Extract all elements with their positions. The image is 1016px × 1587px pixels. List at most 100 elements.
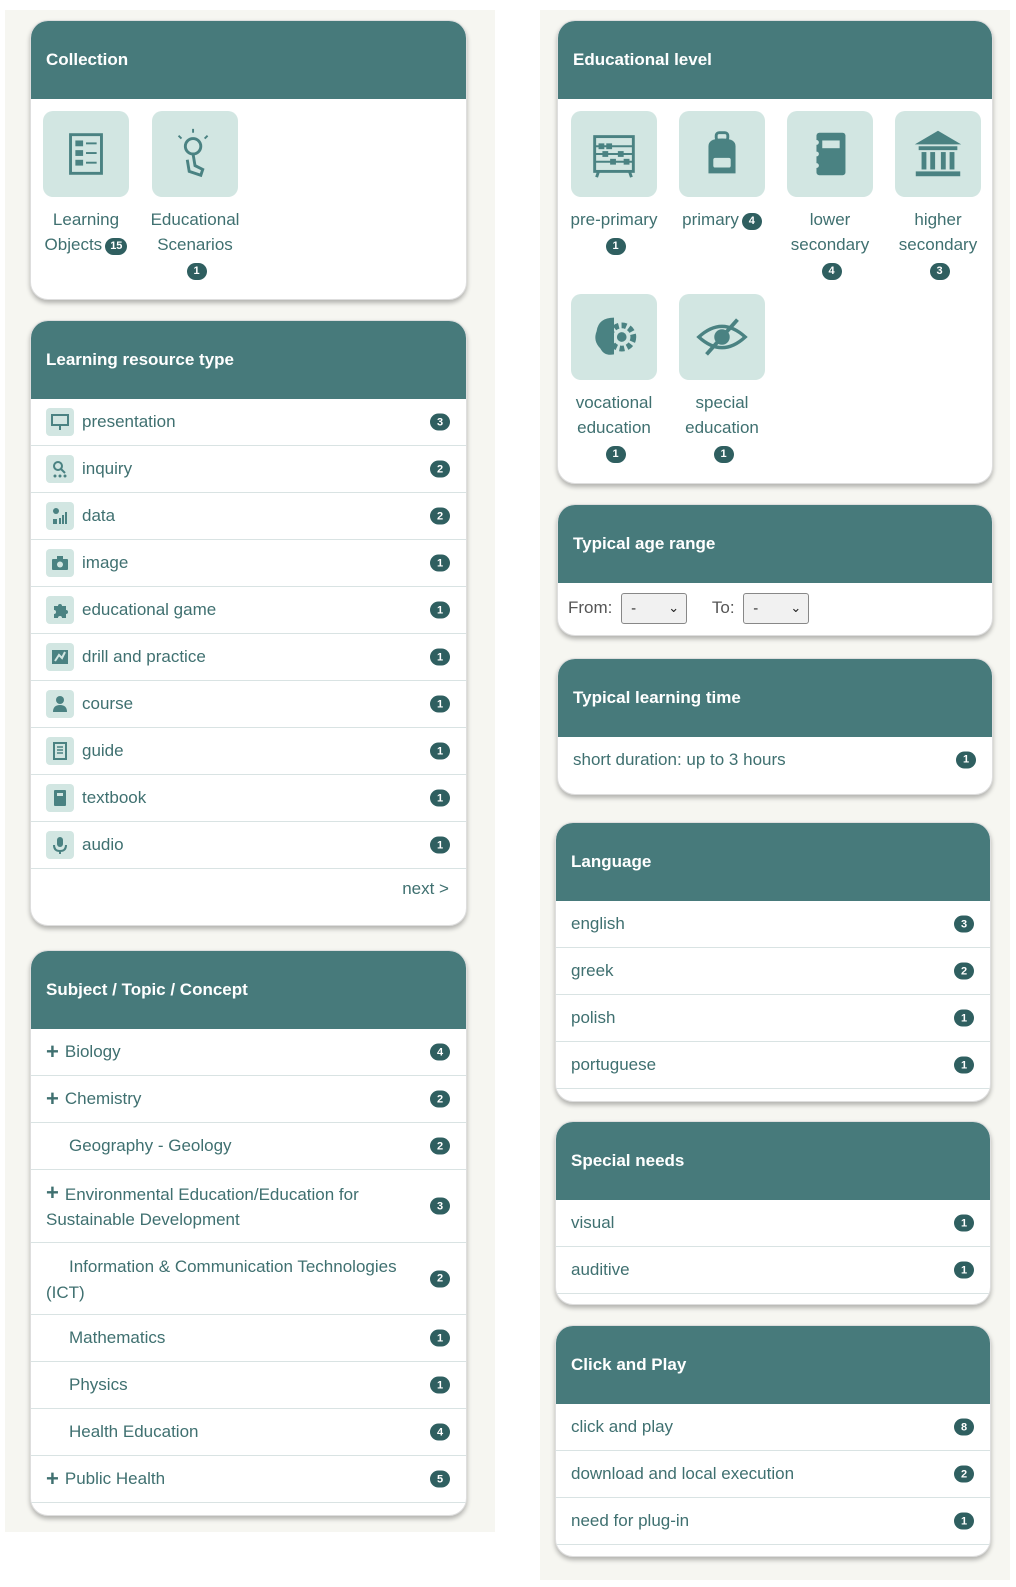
item-count: 1 bbox=[430, 601, 450, 619]
notebook-icon bbox=[787, 111, 873, 197]
resource-type-item-label: drill and practice bbox=[82, 647, 206, 666]
item-count: 1 bbox=[954, 1512, 974, 1530]
click-play-header: Click and Play bbox=[556, 1326, 990, 1404]
language-item-label: portuguese bbox=[571, 1055, 657, 1074]
special-needs-item-label: visual bbox=[571, 1213, 615, 1232]
resource-type-item-image[interactable]: image 1 bbox=[31, 540, 466, 587]
click-play-item-label: click and play bbox=[571, 1417, 674, 1436]
subject-item-public-health[interactable]: + Public Health 5 bbox=[31, 1456, 466, 1503]
level-label: pre-primary bbox=[570, 210, 658, 229]
level-pre-primary[interactable]: pre-primary 1 bbox=[559, 111, 669, 257]
collection-learning-objects[interactable]: Learning Objects 15 bbox=[31, 111, 141, 257]
click-play-item-download-and-local-execution[interactable]: download and local execution 2 bbox=[556, 1451, 990, 1498]
presentation-icon bbox=[46, 408, 74, 436]
resource-type-item-label: audio bbox=[82, 835, 124, 854]
resource-type-item-label: course bbox=[82, 694, 134, 713]
age-range-panel: Typical age range From: - ⌄ To: - ⌄ bbox=[557, 504, 993, 636]
textbook-icon bbox=[46, 784, 74, 812]
click-play-item-label: need for plug-in bbox=[571, 1511, 690, 1530]
resource-type-item-presentation[interactable]: presentation 3 bbox=[31, 399, 466, 446]
subject-item-mathematics[interactable]: Mathematics 1 bbox=[31, 1315, 466, 1362]
subject-item-environmental[interactable]: + Environmental Education/Education for Su… bbox=[31, 1170, 466, 1243]
item-count: 2 bbox=[430, 507, 450, 525]
resource-type-item-drill-and-practice[interactable]: drill and practice 1 bbox=[31, 634, 466, 681]
level-lower-secondary[interactable]: lower secondary 4 bbox=[775, 111, 885, 282]
subject-item-ict[interactable]: Information & Communication Technologies… bbox=[31, 1243, 466, 1315]
resource-type-item-inquiry[interactable]: inquiry 2 bbox=[31, 446, 466, 493]
item-count: 2 bbox=[954, 962, 974, 980]
inquiry-icon bbox=[46, 455, 74, 483]
item-count: 1 bbox=[954, 1214, 974, 1232]
item-count: 1 bbox=[430, 742, 450, 760]
item-count: 1 bbox=[954, 1056, 974, 1074]
camera-icon bbox=[46, 549, 74, 577]
age-from-select[interactable]: - ⌄ bbox=[621, 593, 688, 624]
level-vocational-education[interactable]: vocational education 1 bbox=[559, 294, 669, 465]
resource-type-item-audio[interactable]: audio 1 bbox=[31, 822, 466, 869]
building-icon bbox=[895, 111, 981, 197]
language-item-english[interactable]: english 3 bbox=[556, 901, 990, 948]
level-special-education[interactable]: special education 1 bbox=[667, 294, 777, 465]
level-count: 4 bbox=[741, 213, 762, 230]
resource-type-item-label: educational game bbox=[82, 600, 217, 619]
resource-type-item-course[interactable]: course 1 bbox=[31, 681, 466, 728]
resource-type-item-educational-game[interactable]: educational game 1 bbox=[31, 587, 466, 634]
subject-header: Subject / Topic / Concept bbox=[31, 951, 466, 1029]
eye-slash-icon bbox=[679, 294, 765, 380]
click-play-panel: Click and Play click and play 8 download a… bbox=[555, 1325, 991, 1557]
level-label: lower bbox=[809, 210, 851, 229]
item-count: 2 bbox=[430, 1137, 450, 1155]
item-count: 1 bbox=[430, 648, 450, 666]
learning-time-item[interactable]: short duration: up to 3 hours 1 bbox=[558, 737, 992, 782]
level-label-2: education bbox=[685, 418, 759, 437]
click-play-item-click-and-play[interactable]: click and play 8 bbox=[556, 1404, 990, 1451]
subject-item-physics[interactable]: Physics 1 bbox=[31, 1362, 466, 1409]
educational-scenarios-count: 1 bbox=[186, 263, 207, 280]
expand-plus-icon[interactable]: + bbox=[46, 1088, 59, 1110]
item-count: 3 bbox=[430, 1197, 450, 1215]
educational-level-header: Educational level bbox=[558, 21, 992, 99]
click-play-item-need-for-plug-in[interactable]: need for plug-in 1 bbox=[556, 1498, 990, 1545]
item-count: 2 bbox=[954, 1465, 974, 1483]
language-item-portuguese[interactable]: portuguese 1 bbox=[556, 1042, 990, 1089]
subject-item-biology[interactable]: + Biology 4 bbox=[31, 1029, 466, 1076]
item-count: 1 bbox=[430, 695, 450, 713]
resource-type-item-data[interactable]: data 2 bbox=[31, 493, 466, 540]
resource-type-item-label: data bbox=[82, 506, 116, 525]
language-item-greek[interactable]: greek 2 bbox=[556, 948, 990, 995]
level-label: vocational bbox=[575, 393, 653, 412]
subject-item-chemistry[interactable]: + Chemistry 2 bbox=[31, 1076, 466, 1123]
item-count: 1 bbox=[430, 836, 450, 854]
resource-type-item-label: image bbox=[82, 553, 129, 572]
educational-scenarios-label-2: Scenarios bbox=[157, 235, 233, 254]
collection-educational-scenarios[interactable]: Educational Scenarios 1 bbox=[140, 111, 250, 282]
level-label: primary bbox=[682, 210, 739, 229]
special-needs-header: Special needs bbox=[556, 1122, 990, 1200]
chevron-down-icon: ⌄ bbox=[790, 600, 802, 615]
subject-item-health-education[interactable]: Health Education 4 bbox=[31, 1409, 466, 1456]
age-to-label: To: bbox=[711, 597, 735, 617]
special-needs-panel: Special needs visual 1 auditive 1 bbox=[555, 1121, 991, 1305]
expand-plus-icon[interactable]: + bbox=[46, 1180, 59, 1205]
language-item-polish[interactable]: polish 1 bbox=[556, 995, 990, 1042]
learning-objects-label-1: Learning bbox=[52, 210, 120, 229]
language-header: Language bbox=[556, 823, 990, 901]
resource-type-item-textbook[interactable]: textbook 1 bbox=[31, 775, 466, 822]
chevron-down-icon: ⌄ bbox=[668, 600, 680, 615]
next-page-link[interactable]: next > bbox=[402, 879, 449, 899]
level-higher-secondary[interactable]: higher secondary 3 bbox=[883, 111, 992, 282]
special-needs-item-visual[interactable]: visual 1 bbox=[556, 1200, 990, 1247]
resource-type-item-guide[interactable]: guide 1 bbox=[31, 728, 466, 775]
resource-type-item-label: guide bbox=[82, 741, 124, 760]
age-to-select[interactable]: - ⌄ bbox=[743, 593, 810, 624]
expand-plus-icon[interactable]: + bbox=[46, 1041, 59, 1063]
subject-item-geography[interactable]: Geography - Geology 2 bbox=[31, 1123, 466, 1170]
age-range-header: Typical age range bbox=[558, 505, 992, 583]
item-count: 1 bbox=[430, 1329, 450, 1347]
expand-plus-icon[interactable]: + bbox=[46, 1468, 59, 1490]
item-count: 4 bbox=[430, 1043, 450, 1061]
level-count: 1 bbox=[713, 446, 734, 463]
special-needs-item-auditive[interactable]: auditive 1 bbox=[556, 1247, 990, 1294]
microphone-icon bbox=[46, 831, 74, 859]
level-primary[interactable]: primary 4 bbox=[667, 111, 777, 232]
